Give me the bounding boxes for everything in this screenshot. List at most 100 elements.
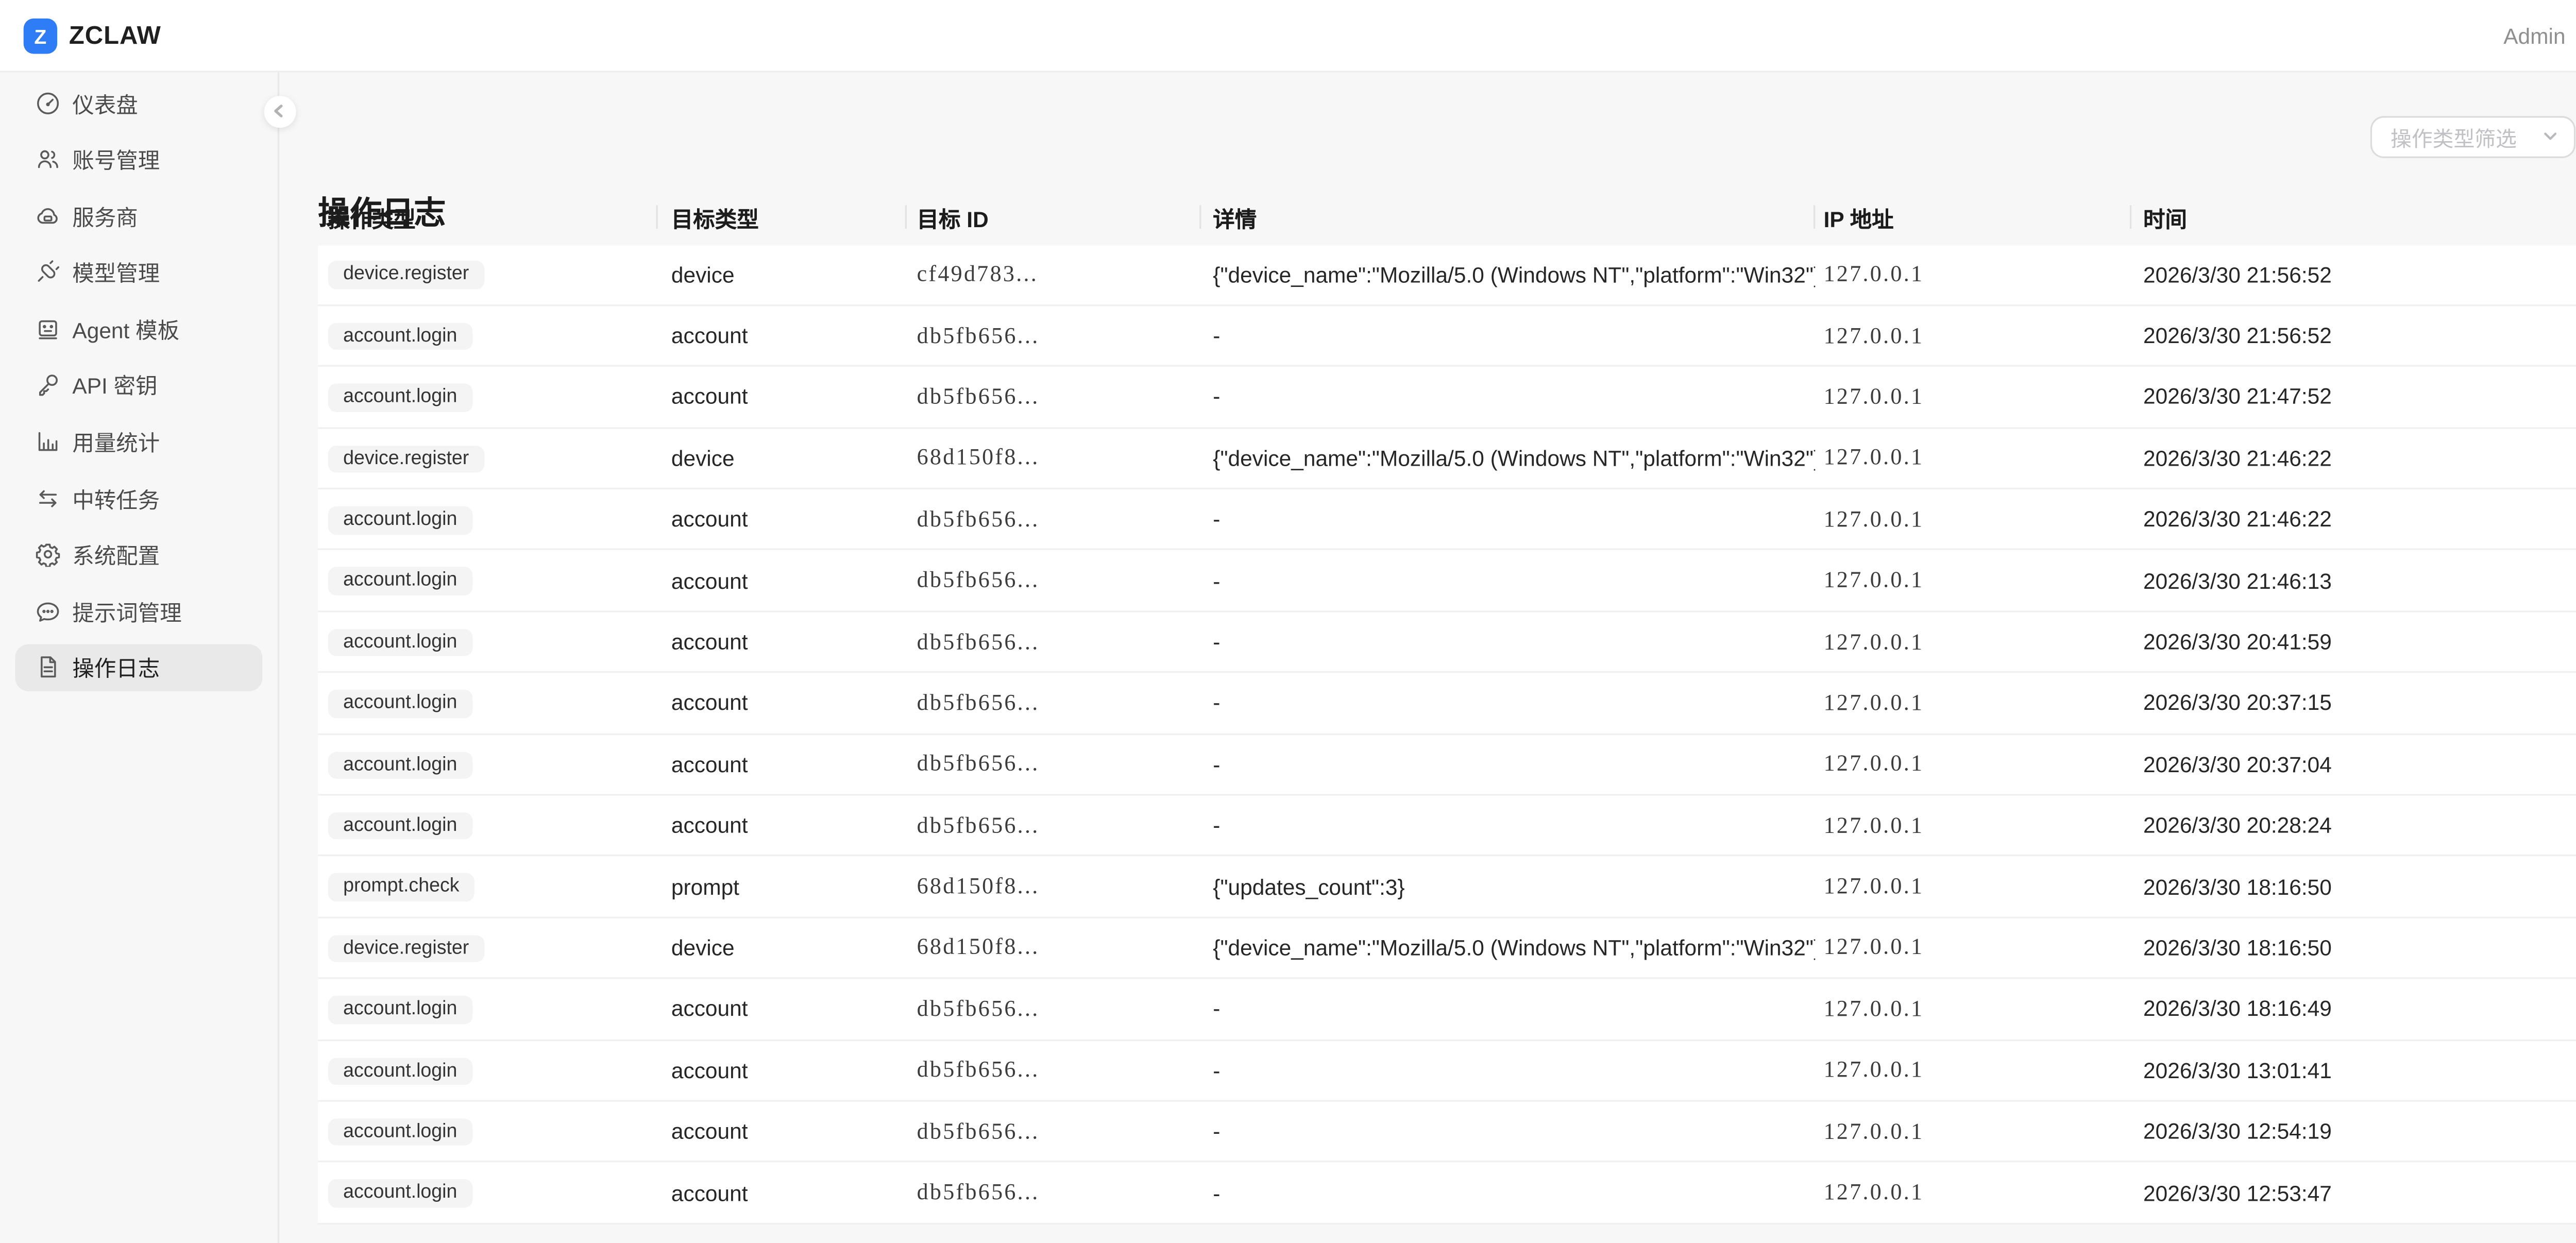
cell-ip: 127.0.0.1 xyxy=(1815,261,2131,288)
app-window: Z ZCLAW Admin 仪表盘账号管理服务商模型管理 Agent 模板 API … xyxy=(0,0,2576,1243)
sidebar-item-label: 模型管理 xyxy=(72,256,160,288)
brand-name: ZCLAW xyxy=(69,22,161,50)
cell-time: 2026/3/30 21:56:52 xyxy=(2131,262,2576,287)
cell-time: 2026/3/30 12:54:19 xyxy=(2131,1119,2576,1144)
cell-target-id: db5fb656... xyxy=(907,1118,1201,1145)
cell-ip: 127.0.0.1 xyxy=(1815,445,2131,471)
cell-action: prompt.check xyxy=(318,872,658,901)
cell-time: 2026/3/30 18:16:50 xyxy=(2131,874,2576,899)
cell-action: account.login xyxy=(318,566,658,595)
sidebar-item-label: 操作日志 xyxy=(72,652,160,684)
cell-time: 2026/3/30 13:01:41 xyxy=(2131,1058,2576,1083)
action-type-filter-select[interactable]: 操作类型筛选 xyxy=(2370,115,2575,158)
cell-ip: 127.0.0.1 xyxy=(1815,383,2131,410)
cell-time: 2026/3/30 18:16:49 xyxy=(2131,996,2576,1021)
sidebar-item-plug[interactable]: 模型管理 xyxy=(15,249,262,296)
cell-action: account.login xyxy=(318,1055,658,1085)
cell-detail: - xyxy=(1201,507,1815,532)
cell-target-type: account xyxy=(658,384,907,410)
sidebar-nav: 仪表盘账号管理服务商模型管理 Agent 模板 API 密钥用量统计中转任务系统配置… xyxy=(0,72,279,1243)
cell-target-type: device xyxy=(658,935,907,960)
action-type-badge: account.login xyxy=(328,1057,472,1085)
brand: Z ZCLAW xyxy=(24,19,161,54)
action-type-badge: account.login xyxy=(328,506,472,534)
cell-detail: - xyxy=(1201,813,1815,838)
table-header: 操作类型目标类型目标 ID详情IP 地址时间 xyxy=(318,190,2576,245)
cell-time: 2026/3/30 12:53:47 xyxy=(2131,1180,2576,1205)
sidebar-item-gear[interactable]: 系统配置 xyxy=(15,531,262,578)
sidebar-item-chat[interactable]: 提示词管理 xyxy=(15,588,262,635)
cell-action: account.login xyxy=(318,1178,658,1207)
cell-ip: 127.0.0.1 xyxy=(1815,751,2131,777)
cell-target-id: db5fb656... xyxy=(907,996,1201,1023)
cell-target-id: db5fb656... xyxy=(907,1057,1201,1083)
sidebar-item-label: Agent 模板 xyxy=(72,313,179,345)
action-type-badge: account.login xyxy=(328,812,472,840)
cell-time: 2026/3/30 20:41:59 xyxy=(2131,629,2576,654)
table-row: account.loginaccountdb5fb656...-127.0.0.… xyxy=(318,735,2576,796)
cell-ip: 127.0.0.1 xyxy=(1815,1179,2131,1206)
cell-target-type: account xyxy=(658,1058,907,1083)
table-row: account.loginaccountdb5fb656...-127.0.0.… xyxy=(318,1041,2576,1102)
cell-ip: 127.0.0.1 xyxy=(1815,567,2131,594)
cell-detail: - xyxy=(1201,323,1815,348)
cell-action: account.login xyxy=(318,688,658,718)
cell-detail: {"device_name":"Mozilla/5.0 (Windows NT"… xyxy=(1201,262,1815,287)
cell-ip: 127.0.0.1 xyxy=(1815,690,2131,717)
cell-target-type: device xyxy=(658,262,907,287)
cell-time: 2026/3/30 21:46:22 xyxy=(2131,446,2576,471)
action-type-badge: prompt.check xyxy=(328,874,474,901)
brand-logo-icon: Z xyxy=(24,19,57,54)
sidebar-item-label: 系统配置 xyxy=(72,539,160,571)
table-row: account.loginaccountdb5fb656...-127.0.0.… xyxy=(318,612,2576,673)
action-type-badge: account.login xyxy=(328,384,472,412)
cell-action: account.login xyxy=(318,811,658,840)
cell-target-type: account xyxy=(658,752,907,777)
cloud-icon xyxy=(33,202,60,229)
sidebar-item-gauge[interactable]: 仪表盘 xyxy=(15,79,262,126)
sidebar-item-file-log[interactable]: 操作日志 xyxy=(15,644,262,691)
cell-time: 2026/3/30 20:37:15 xyxy=(2131,690,2576,716)
column-header: 时间 xyxy=(2131,201,2576,233)
cell-detail: {"updates_count":3} xyxy=(1201,874,1815,899)
operation-log-table: 操作类型目标类型目标 ID详情IP 地址时间 device.registerde… xyxy=(318,190,2576,1224)
user-menu[interactable]: Admin xyxy=(2503,0,2565,72)
cell-target-type: account xyxy=(658,568,907,593)
cell-ip: 127.0.0.1 xyxy=(1815,628,2131,655)
filter-placeholder: 操作类型筛选 xyxy=(2372,121,2542,152)
sidebar-item-users[interactable]: 账号管理 xyxy=(15,135,262,182)
bar-chart-icon xyxy=(33,428,60,455)
cell-time: 2026/3/30 21:46:22 xyxy=(2131,507,2576,532)
transfer-icon xyxy=(33,485,60,512)
cell-detail: - xyxy=(1201,1058,1815,1083)
cell-time: 2026/3/30 21:46:13 xyxy=(2131,568,2576,593)
table-row: account.loginaccountdb5fb656...-127.0.0.… xyxy=(318,489,2576,551)
table-row: device.registerdevice68d150f8...{"device… xyxy=(318,918,2576,979)
cell-detail: - xyxy=(1201,568,1815,593)
cell-action: account.login xyxy=(318,994,658,1024)
gauge-icon xyxy=(33,89,60,116)
cell-action: account.login xyxy=(318,382,658,412)
sidebar-item-transfer[interactable]: 中转任务 xyxy=(15,474,262,521)
cell-target-type: account xyxy=(658,507,907,532)
table-row: account.loginaccountdb5fb656...-127.0.0.… xyxy=(318,673,2576,735)
cell-time: 2026/3/30 18:16:50 xyxy=(2131,935,2576,960)
sidebar-item-robot[interactable]: Agent 模板 xyxy=(15,305,262,352)
table-row: prompt.checkprompt68d150f8...{"updates_c… xyxy=(318,857,2576,918)
action-type-badge: account.login xyxy=(328,751,472,779)
cell-action: account.login xyxy=(318,750,658,779)
cell-action: device.register xyxy=(318,933,658,962)
cell-detail: - xyxy=(1201,690,1815,716)
cell-ip: 127.0.0.1 xyxy=(1815,873,2131,900)
sidebar-item-key[interactable]: API 密钥 xyxy=(15,362,262,408)
sidebar-item-label: 仪表盘 xyxy=(72,87,138,118)
app-header: Z ZCLAW Admin xyxy=(0,0,2576,72)
sidebar-item-bar-chart[interactable]: 用量统计 xyxy=(15,418,262,465)
column-header: 目标 ID xyxy=(907,201,1201,233)
sidebar-item-cloud[interactable]: 服务商 xyxy=(15,192,262,239)
cell-action: account.login xyxy=(318,627,658,656)
column-header: 详情 xyxy=(1201,201,1815,233)
cell-detail: - xyxy=(1201,1180,1815,1205)
cell-detail: {"device_name":"Mozilla/5.0 (Windows NT"… xyxy=(1201,935,1815,960)
cell-time: 2026/3/30 20:28:24 xyxy=(2131,813,2576,838)
